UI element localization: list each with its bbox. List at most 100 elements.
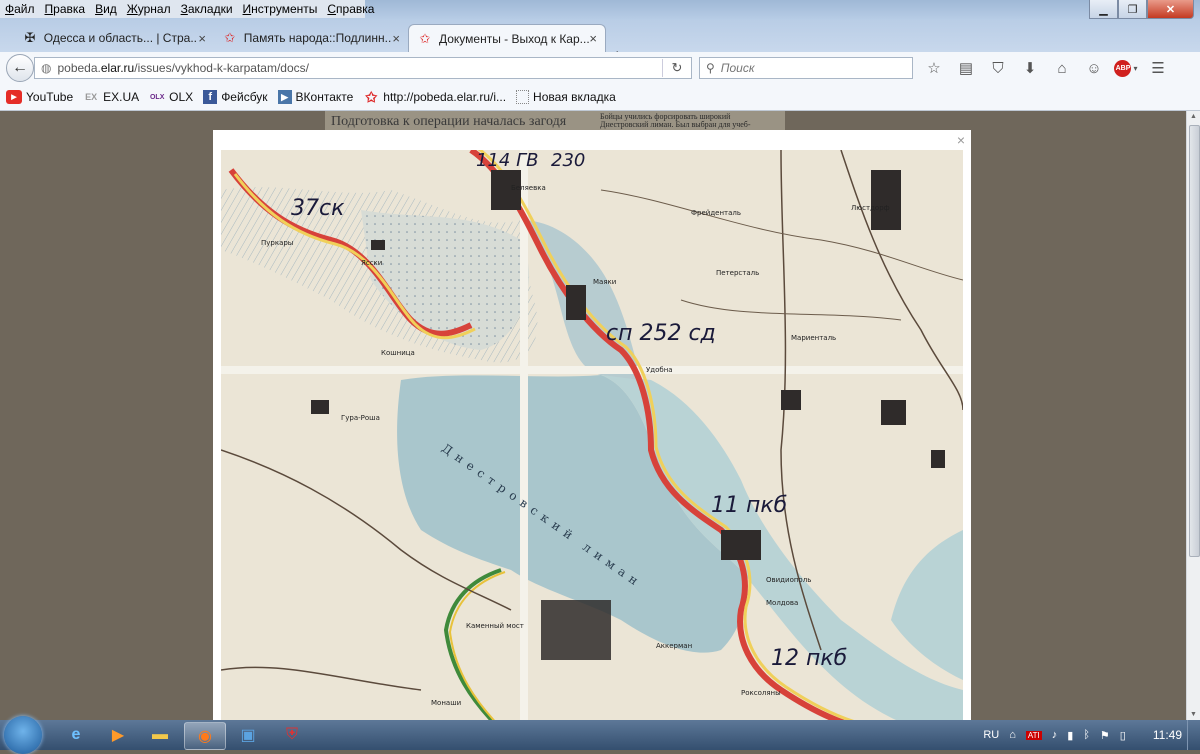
red-star-icon: ✩ bbox=[365, 88, 378, 105]
bookmark-new-tab[interactable]: Новая вкладка bbox=[516, 90, 616, 104]
menu-view[interactable]: Вид bbox=[90, 2, 122, 16]
ex-ua-icon: EX bbox=[85, 92, 98, 102]
olx-icon: OLX bbox=[149, 93, 165, 101]
red-star-icon: ✩ bbox=[419, 30, 431, 46]
background-heading: Подготовка к операции началась загодя bbox=[331, 114, 567, 129]
tab-odessa[interactable]: ✠ Одесса и область... | Стра... × bbox=[14, 24, 214, 52]
annotation-sp-252: сп 252 сд bbox=[606, 321, 716, 346]
background-small-text: Бойцы учились форсировать широкий Днестр… bbox=[600, 112, 751, 129]
svg-text:Роксоляны: Роксоляны bbox=[741, 689, 781, 697]
lightbox-close-icon[interactable]: × bbox=[957, 132, 965, 148]
svg-text:Люстдорф: Люстдорф bbox=[851, 204, 890, 212]
svg-text:Мариенталь: Мариенталь bbox=[791, 334, 836, 342]
back-arrow-icon: ← bbox=[12, 59, 28, 76]
svg-text:Гура-Роша: Гура-Роша bbox=[341, 414, 380, 422]
bookmark-olx[interactable]: OLX OLX bbox=[149, 90, 193, 104]
download-icon[interactable]: ⬇ bbox=[1014, 57, 1046, 79]
bookmark-label: EX.UA bbox=[103, 90, 140, 104]
bookmark-label: Фейсбук bbox=[221, 90, 268, 104]
system-tray: RU ⌂ ATI ♪ ▮ ᛒ ⚑ ▯ 11:49 bbox=[978, 720, 1200, 750]
minimize-button[interactable]: ▁ bbox=[1089, 0, 1118, 19]
bookmark-pobeda[interactable]: ✩ http://pobeda.elar.ru/i... bbox=[363, 88, 507, 105]
reading-list-icon[interactable]: ▤ bbox=[950, 57, 982, 79]
bookmark-facebook[interactable]: f Фейсбук bbox=[203, 90, 268, 104]
search-input[interactable] bbox=[718, 60, 893, 76]
star-icon[interactable]: ☆ bbox=[918, 57, 950, 79]
menu-history[interactable]: Журнал bbox=[122, 2, 176, 16]
menu-help[interactable]: Справка bbox=[322, 2, 379, 16]
close-window-button[interactable]: ✕ bbox=[1147, 0, 1194, 19]
menu-bookmarks[interactable]: Закладки bbox=[176, 2, 238, 16]
menu-tools[interactable]: Инструменты bbox=[238, 2, 323, 16]
tab-documents[interactable]: ✩ Документы - Выход к Кар... × bbox=[408, 24, 606, 52]
tab-strip: ✠ Одесса и область... | Стра... × ✩ Памя… bbox=[0, 20, 1200, 66]
ati-icon[interactable]: ATI bbox=[1025, 730, 1042, 740]
red-star-icon: ✩ bbox=[224, 30, 236, 45]
bookmark-youtube[interactable]: ▶ YouTube bbox=[6, 90, 73, 104]
chat-icon[interactable]: ☺ bbox=[1078, 57, 1110, 79]
abp-icon[interactable]: ABP ▾ bbox=[1110, 57, 1142, 79]
taskbar: e ▶ ▬ ◉ ▣ ⛨ RU ⌂ ATI ♪ ▮ ᛒ ⚑ ▯ 11:49 bbox=[0, 716, 1200, 754]
clock[interactable]: 11:49 bbox=[1153, 728, 1182, 742]
close-tab-icon[interactable]: × bbox=[392, 31, 400, 46]
media-player-icon[interactable]: ▶ bbox=[98, 722, 138, 748]
ie-icon[interactable]: e bbox=[56, 722, 96, 748]
menu-icon[interactable]: ☰ bbox=[1142, 57, 1174, 79]
device-icon[interactable]: ▯ bbox=[1120, 729, 1126, 742]
svg-text:Кошница: Кошница bbox=[381, 349, 415, 357]
menu-file[interactable]: Файл bbox=[0, 2, 40, 16]
maximize-button[interactable]: ❐ bbox=[1118, 0, 1147, 19]
map-image: 37ск 114 ГВ 230 сп 252 сд 11 пкб 12 пкб … bbox=[221, 150, 963, 720]
flag-icon[interactable]: ⚑ bbox=[1100, 729, 1110, 742]
save-icon[interactable]: ▣ bbox=[228, 722, 268, 748]
blank-page-icon bbox=[516, 90, 530, 104]
annotation-114gv: 114 ГВ bbox=[476, 150, 538, 171]
bookmark-vkontakte[interactable]: ▶ ВКонтакте bbox=[277, 90, 354, 104]
svg-text:Аккерман: Аккерман bbox=[656, 642, 692, 650]
home-icon[interactable]: ⌂ bbox=[1046, 57, 1078, 79]
svg-text:Овидиополь: Овидиополь bbox=[766, 576, 811, 584]
cross-icon: ✠ bbox=[24, 30, 36, 45]
scrollbar-thumb[interactable] bbox=[1189, 125, 1200, 557]
bookmark-ex-ua[interactable]: EX EX.UA bbox=[83, 90, 139, 104]
volume-icon[interactable]: ♪ bbox=[1052, 729, 1058, 741]
scroll-up-icon[interactable]: ▲ bbox=[1190, 113, 1197, 120]
annotation-230: 230 bbox=[551, 150, 585, 171]
signal-icon[interactable]: ▮ bbox=[1067, 729, 1073, 742]
svg-text:Фрейденталь: Фрейденталь bbox=[691, 209, 741, 217]
shield-icon[interactable]: ⛨ bbox=[272, 722, 312, 748]
scroll-down-icon[interactable]: ▼ bbox=[1190, 711, 1197, 718]
menu-edit[interactable]: Правка bbox=[40, 2, 91, 16]
youtube-icon: ▶ bbox=[6, 90, 22, 104]
svg-text:Молдова: Молдова bbox=[766, 599, 798, 607]
bookmark-label: http://pobeda.elar.ru/i... bbox=[383, 90, 507, 104]
url-bar[interactable]: ◍ pobeda.elar.ru/issues/vykhod-k-karpata… bbox=[34, 57, 692, 79]
firefox-icon[interactable]: ◉ bbox=[184, 722, 226, 750]
bookmark-label: ВКонтакте bbox=[295, 90, 354, 104]
network-icon[interactable]: ⌂ bbox=[1009, 729, 1016, 741]
svg-text:Беляевка: Беляевка bbox=[511, 184, 546, 192]
search-box[interactable]: ⚲ bbox=[699, 57, 913, 79]
explorer-icon[interactable]: ▬ bbox=[140, 722, 180, 748]
bluetooth-icon[interactable]: ᛒ bbox=[1083, 729, 1090, 741]
bookmarks-bar: ▶ YouTube EX EX.UA OLX OLX f Фейсбук ▶ В… bbox=[0, 84, 1200, 111]
start-button[interactable] bbox=[4, 716, 42, 754]
vertical-scrollbar[interactable]: ▲ ▼ bbox=[1186, 111, 1200, 720]
close-tab-icon[interactable]: × bbox=[198, 31, 206, 46]
language-indicator[interactable]: RU bbox=[983, 729, 999, 741]
tab-pamyat-naroda[interactable]: ✩ Память народа::Подлинн... × bbox=[214, 24, 408, 52]
tab-label: Документы - Выход к Кар... bbox=[438, 31, 590, 46]
url-text[interactable]: pobeda.elar.ru/issues/vykhod-k-karpatam/… bbox=[57, 61, 662, 75]
close-tab-icon[interactable]: × bbox=[589, 31, 597, 46]
show-desktop-button[interactable] bbox=[1187, 720, 1200, 750]
svg-text:Маяки: Маяки bbox=[593, 278, 616, 286]
svg-text:Монаши: Монаши bbox=[431, 699, 461, 707]
annotation-37sk: 37ск bbox=[291, 196, 345, 221]
reload-icon[interactable]: ↻ bbox=[663, 60, 691, 76]
bookmark-label: OLX bbox=[169, 90, 194, 104]
svg-text:Ясски: Ясски bbox=[361, 259, 382, 267]
toolbar-icons: ☆ ▤ ⛉ ⬇ ⌂ ☺ ABP ▾ ☰ bbox=[918, 57, 1174, 79]
back-button[interactable]: ← bbox=[6, 54, 34, 82]
military-map: 37ск 114 ГВ 230 сп 252 сд 11 пкб 12 пкб … bbox=[221, 150, 963, 720]
pocket-icon[interactable]: ⛉ bbox=[982, 57, 1014, 79]
